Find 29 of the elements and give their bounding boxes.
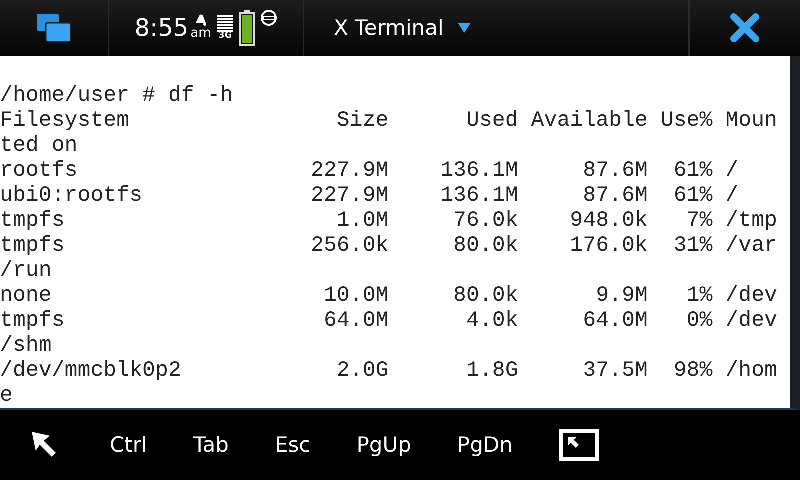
terminal-line: /home/user # df -h [0,84,234,109]
fullscreen-icon [558,429,599,461]
clock-meridiem: am [190,26,212,41]
clock-time: 8:55 [134,14,189,42]
window-title[interactable]: X Terminal [334,16,444,40]
close-icon[interactable] [730,13,760,43]
task-switcher-icon[interactable] [37,14,71,42]
terminal-line: /shm [0,334,52,359]
terminal-line: tmpfs 1.0M 76.0k 948.0k 7% /tmp [0,209,778,234]
battery-icon [239,10,256,46]
terminal-line: tmpfs 64.0M 4.0k 64.0M 0% /dev [0,309,778,334]
terminal-line: e [0,384,13,408]
key-button[interactable]: Esc [270,427,315,463]
alarm-icon [194,14,208,26]
terminal-line: Filesystem Size Used Available Use% Moun [0,109,778,134]
terminal-line: /run [0,259,52,284]
terminal-line: tmpfs 256.0k 80.0k 176.0k 31% /var [0,234,778,259]
key-button[interactable]: Ctrl [106,427,152,463]
key-button[interactable]: PgDn [453,427,517,463]
terminal-line: ubi0:rootfs 227.9M 136.1M 87.6M 61% / [0,184,739,209]
key-button[interactable]: PgUp [352,427,416,463]
status-icon [261,10,278,26]
terminal-line: rootfs 227.9M 136.1M 87.6M 61% / [0,159,739,184]
terminal-line: /dev/mmcblk0p2 2.0G 1.8G 37.5M 98% /hom [0,359,778,384]
dropdown-caret-icon[interactable] [458,23,471,33]
key-button[interactable]: Tab [189,427,233,463]
terminal-line: ted on [0,134,78,159]
signal-icon [217,15,234,32]
terminal-line: none 10.0M 80.0k 9.9M 1% /dev [0,284,778,309]
